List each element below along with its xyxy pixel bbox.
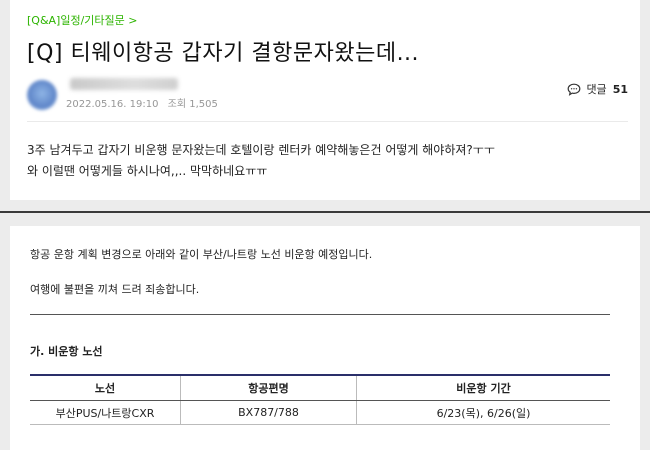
comment-button[interactable]: 댓글 51: [567, 81, 628, 97]
screenshot-divider: [0, 211, 650, 213]
post-body-line: 와 이럴땐 어떻게들 하시나여,,.. 막막하네요ㅠㅠ: [27, 164, 268, 178]
table-header-route: 노선: [30, 374, 181, 401]
post-title: [Q] 티웨이항공 갑자기 결항문자왔는데...: [27, 41, 420, 66]
table-cell-route: 부산PUS/나트랑CXR: [30, 400, 181, 425]
comment-label: 댓글: [586, 83, 607, 96]
post-meta: 2022.05.16. 19:10 조회 1,505: [66, 95, 224, 110]
author-name-blurred[interactable]: [70, 78, 178, 90]
notice-line: 항공 운항 계획 변경으로 아래와 같이 부산/나트랑 노선 비운항 예정입니다…: [30, 248, 373, 261]
table-header-period: 비운항 기간: [356, 374, 610, 401]
table-header-flight: 항공편명: [180, 374, 357, 401]
notice-panel: 항공 운항 계획 변경으로 아래와 같이 부산/나트랑 노선 비운항 예정입니다…: [10, 226, 640, 450]
table-cell-flight: BX787/788: [180, 400, 357, 425]
post-body-line: 3주 남겨두고 갑자기 비운행 문자왔는데 호텔이랑 렌터카 예약해놓은건 어떻…: [27, 143, 495, 157]
table-header-row: 노선 항공편명 비운항 기간: [30, 374, 610, 401]
notice-line: 여행에 불편을 끼쳐 드려 죄송합니다.: [30, 283, 200, 296]
divider: [27, 121, 628, 122]
post-panel: [Q&A]일정/기타질문 > [Q] 티웨이항공 갑자기 결항문자왔는데... …: [10, 0, 640, 200]
comment-count: 51: [612, 82, 628, 96]
table-cell-period: 6/23(목), 6/26(일): [356, 400, 610, 425]
table-row: 부산PUS/나트랑CXR BX787/788 6/23(목), 6/26(일): [30, 400, 610, 425]
breadcrumb-category-link[interactable]: [Q&A]일정/기타질문 >: [27, 12, 137, 28]
post-views: 조회 1,505: [167, 99, 218, 110]
avatar[interactable]: [27, 80, 57, 110]
post-body: 3주 남겨두고 갑자기 비운행 문자왔는데 호텔이랑 렌터카 예약해놓은건 어떻…: [27, 140, 495, 182]
speech-bubble-icon: [568, 83, 581, 96]
route-table: 노선 항공편명 비운항 기간 부산PUS/나트랑CXR BX787/788 6/…: [30, 374, 610, 425]
section-title: 가. 비운항 노선: [30, 345, 103, 358]
post-date: 2022.05.16. 19:10: [66, 99, 159, 110]
section-divider: [30, 314, 610, 315]
